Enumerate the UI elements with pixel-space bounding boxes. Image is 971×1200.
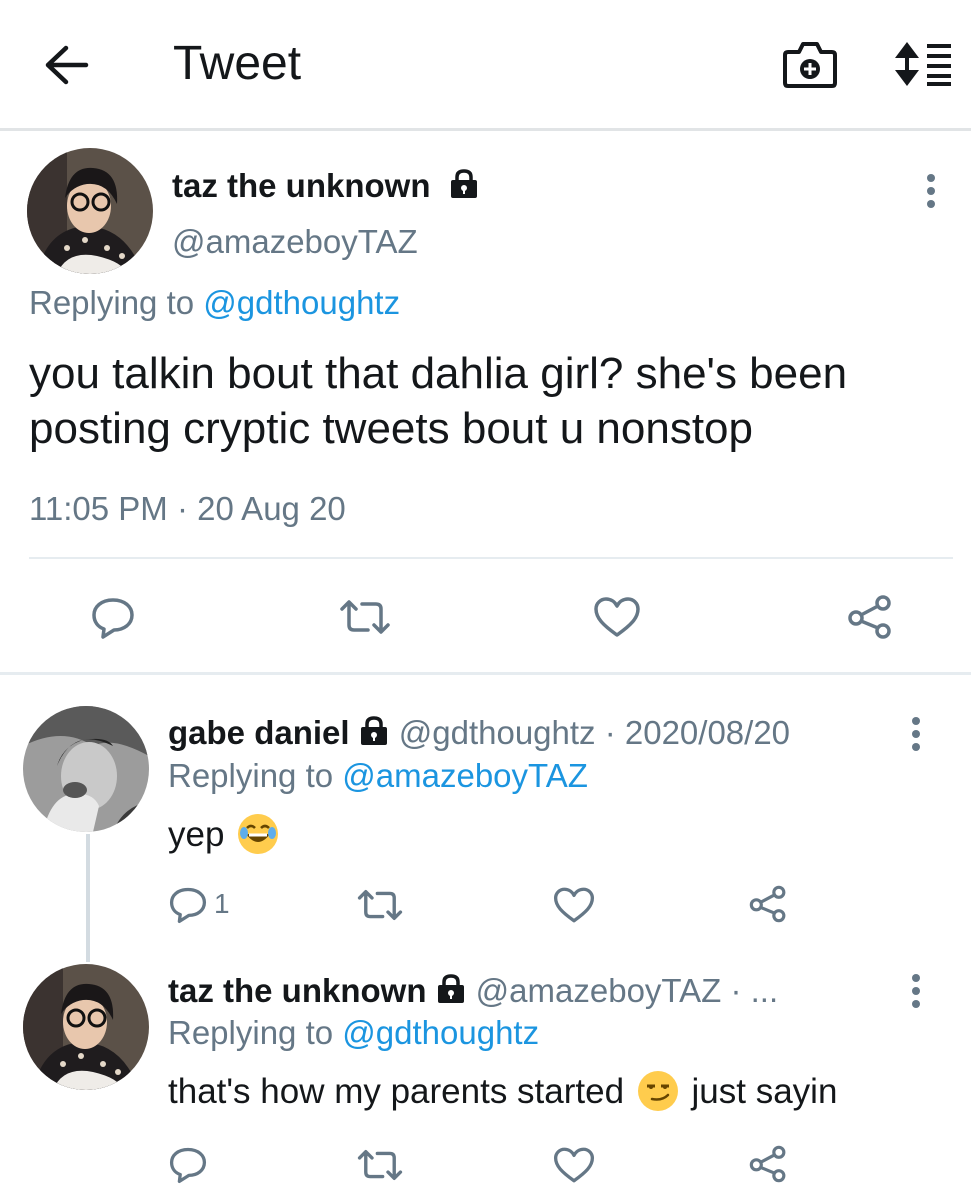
tweet-text-line: posting cryptic tweets bout u nonstop bbox=[29, 404, 753, 453]
reply-date: · 2020/08/20 bbox=[604, 714, 791, 751]
lock-icon bbox=[358, 715, 390, 747]
reply-button[interactable] bbox=[168, 1146, 208, 1184]
reply-icon bbox=[169, 1147, 207, 1184]
more-options-button[interactable] bbox=[907, 972, 925, 1012]
reply-header[interactable]: taz the unknown @amazeboyTAZ · ... bbox=[168, 972, 778, 1010]
reply-text-content: just sayin bbox=[691, 1072, 838, 1111]
author-handle: @gdthoughtz bbox=[398, 714, 596, 751]
share-icon bbox=[848, 595, 891, 639]
reply-text: that's how my parents started just sayin bbox=[168, 1071, 837, 1112]
replying-to-link[interactable]: @gdthoughtz bbox=[203, 284, 400, 321]
author-handle: @amazeboyTAZ bbox=[475, 972, 722, 1009]
share-icon bbox=[749, 1145, 786, 1183]
lock-icon bbox=[448, 168, 480, 200]
tweet-text: you talkin bout that dahlia girl? she's … bbox=[29, 346, 847, 456]
avatar[interactable] bbox=[27, 148, 153, 274]
like-button[interactable] bbox=[593, 596, 641, 638]
replying-prefix: Replying to bbox=[168, 757, 334, 794]
reply-date: · ... bbox=[730, 972, 779, 1009]
replying-to-link[interactable]: @amazeboyTAZ bbox=[342, 757, 588, 794]
divider bbox=[0, 672, 971, 675]
back-button[interactable] bbox=[44, 44, 90, 86]
reply-count: 1 bbox=[214, 888, 230, 919]
author-name-row[interactable]: taz the unknown bbox=[172, 167, 480, 205]
lock-icon bbox=[435, 973, 467, 1005]
heart-icon bbox=[553, 887, 595, 923]
top-app-bar: Tweet bbox=[0, 0, 971, 128]
avatar[interactable] bbox=[23, 706, 149, 832]
replying-prefix: Replying to bbox=[168, 1014, 334, 1051]
sort-button[interactable] bbox=[893, 40, 955, 88]
reply-text: yep bbox=[168, 814, 282, 855]
retweet-button[interactable] bbox=[356, 1148, 404, 1182]
joy-emoji-icon bbox=[238, 814, 279, 854]
thread-connector bbox=[86, 834, 90, 962]
tweet-timestamp[interactable]: 11:05 PM · 20 Aug 20 bbox=[29, 490, 346, 528]
arrow-left-icon bbox=[45, 45, 89, 85]
retweet-icon bbox=[357, 889, 403, 921]
avatar[interactable] bbox=[23, 964, 149, 1090]
share-button[interactable] bbox=[748, 1144, 788, 1184]
heart-icon bbox=[553, 1147, 595, 1183]
reply-button[interactable] bbox=[90, 596, 136, 640]
retweet-button[interactable] bbox=[356, 888, 404, 922]
replying-prefix: Replying to bbox=[29, 284, 195, 321]
share-button[interactable] bbox=[748, 884, 788, 924]
share-icon bbox=[749, 885, 786, 923]
reply-text-content: that's how my parents started bbox=[168, 1072, 625, 1111]
more-vertical-icon bbox=[927, 174, 935, 208]
more-options-button[interactable] bbox=[922, 172, 940, 212]
more-vertical-icon bbox=[912, 974, 920, 1008]
avatar-photo bbox=[23, 706, 149, 832]
reply-header[interactable]: gabe daniel @gdthoughtz · 2020/08/20 bbox=[168, 714, 790, 752]
reply-icon bbox=[169, 887, 207, 924]
reply-icon bbox=[92, 598, 134, 639]
author-name: taz the unknown bbox=[168, 972, 427, 1009]
more-vertical-icon bbox=[912, 717, 920, 751]
sort-icon bbox=[895, 42, 951, 86]
heart-icon bbox=[594, 597, 640, 637]
like-button[interactable] bbox=[553, 886, 595, 924]
share-button[interactable] bbox=[846, 594, 894, 640]
replying-to-link[interactable]: @gdthoughtz bbox=[342, 1014, 539, 1051]
retweet-icon bbox=[340, 600, 390, 634]
avatar-photo bbox=[23, 964, 149, 1090]
like-button[interactable] bbox=[553, 1146, 595, 1184]
camera-plus-icon bbox=[783, 42, 837, 88]
retweet-button[interactable] bbox=[338, 598, 392, 636]
author-name: gabe daniel bbox=[168, 714, 350, 751]
author-name: taz the unknown bbox=[172, 167, 431, 204]
camera-button[interactable] bbox=[782, 40, 838, 90]
avatar-photo bbox=[27, 148, 153, 274]
smirk-emoji-icon bbox=[637, 1071, 678, 1111]
replying-to: Replying to @gdthoughtz bbox=[29, 284, 400, 322]
retweet-icon bbox=[357, 1149, 403, 1181]
top-bar-divider bbox=[0, 128, 971, 131]
reply-text-content: yep bbox=[168, 815, 225, 854]
replying-to: Replying to @gdthoughtz bbox=[168, 1014, 539, 1052]
divider bbox=[29, 557, 953, 559]
tweet-text-line: you talkin bout that dahlia girl? she's … bbox=[29, 349, 848, 398]
author-handle[interactable]: @amazeboyTAZ bbox=[172, 223, 418, 261]
page-title: Tweet bbox=[173, 37, 302, 90]
reply-button[interactable] bbox=[168, 886, 208, 924]
replying-to: Replying to @amazeboyTAZ bbox=[168, 757, 588, 795]
more-options-button[interactable] bbox=[907, 715, 925, 755]
